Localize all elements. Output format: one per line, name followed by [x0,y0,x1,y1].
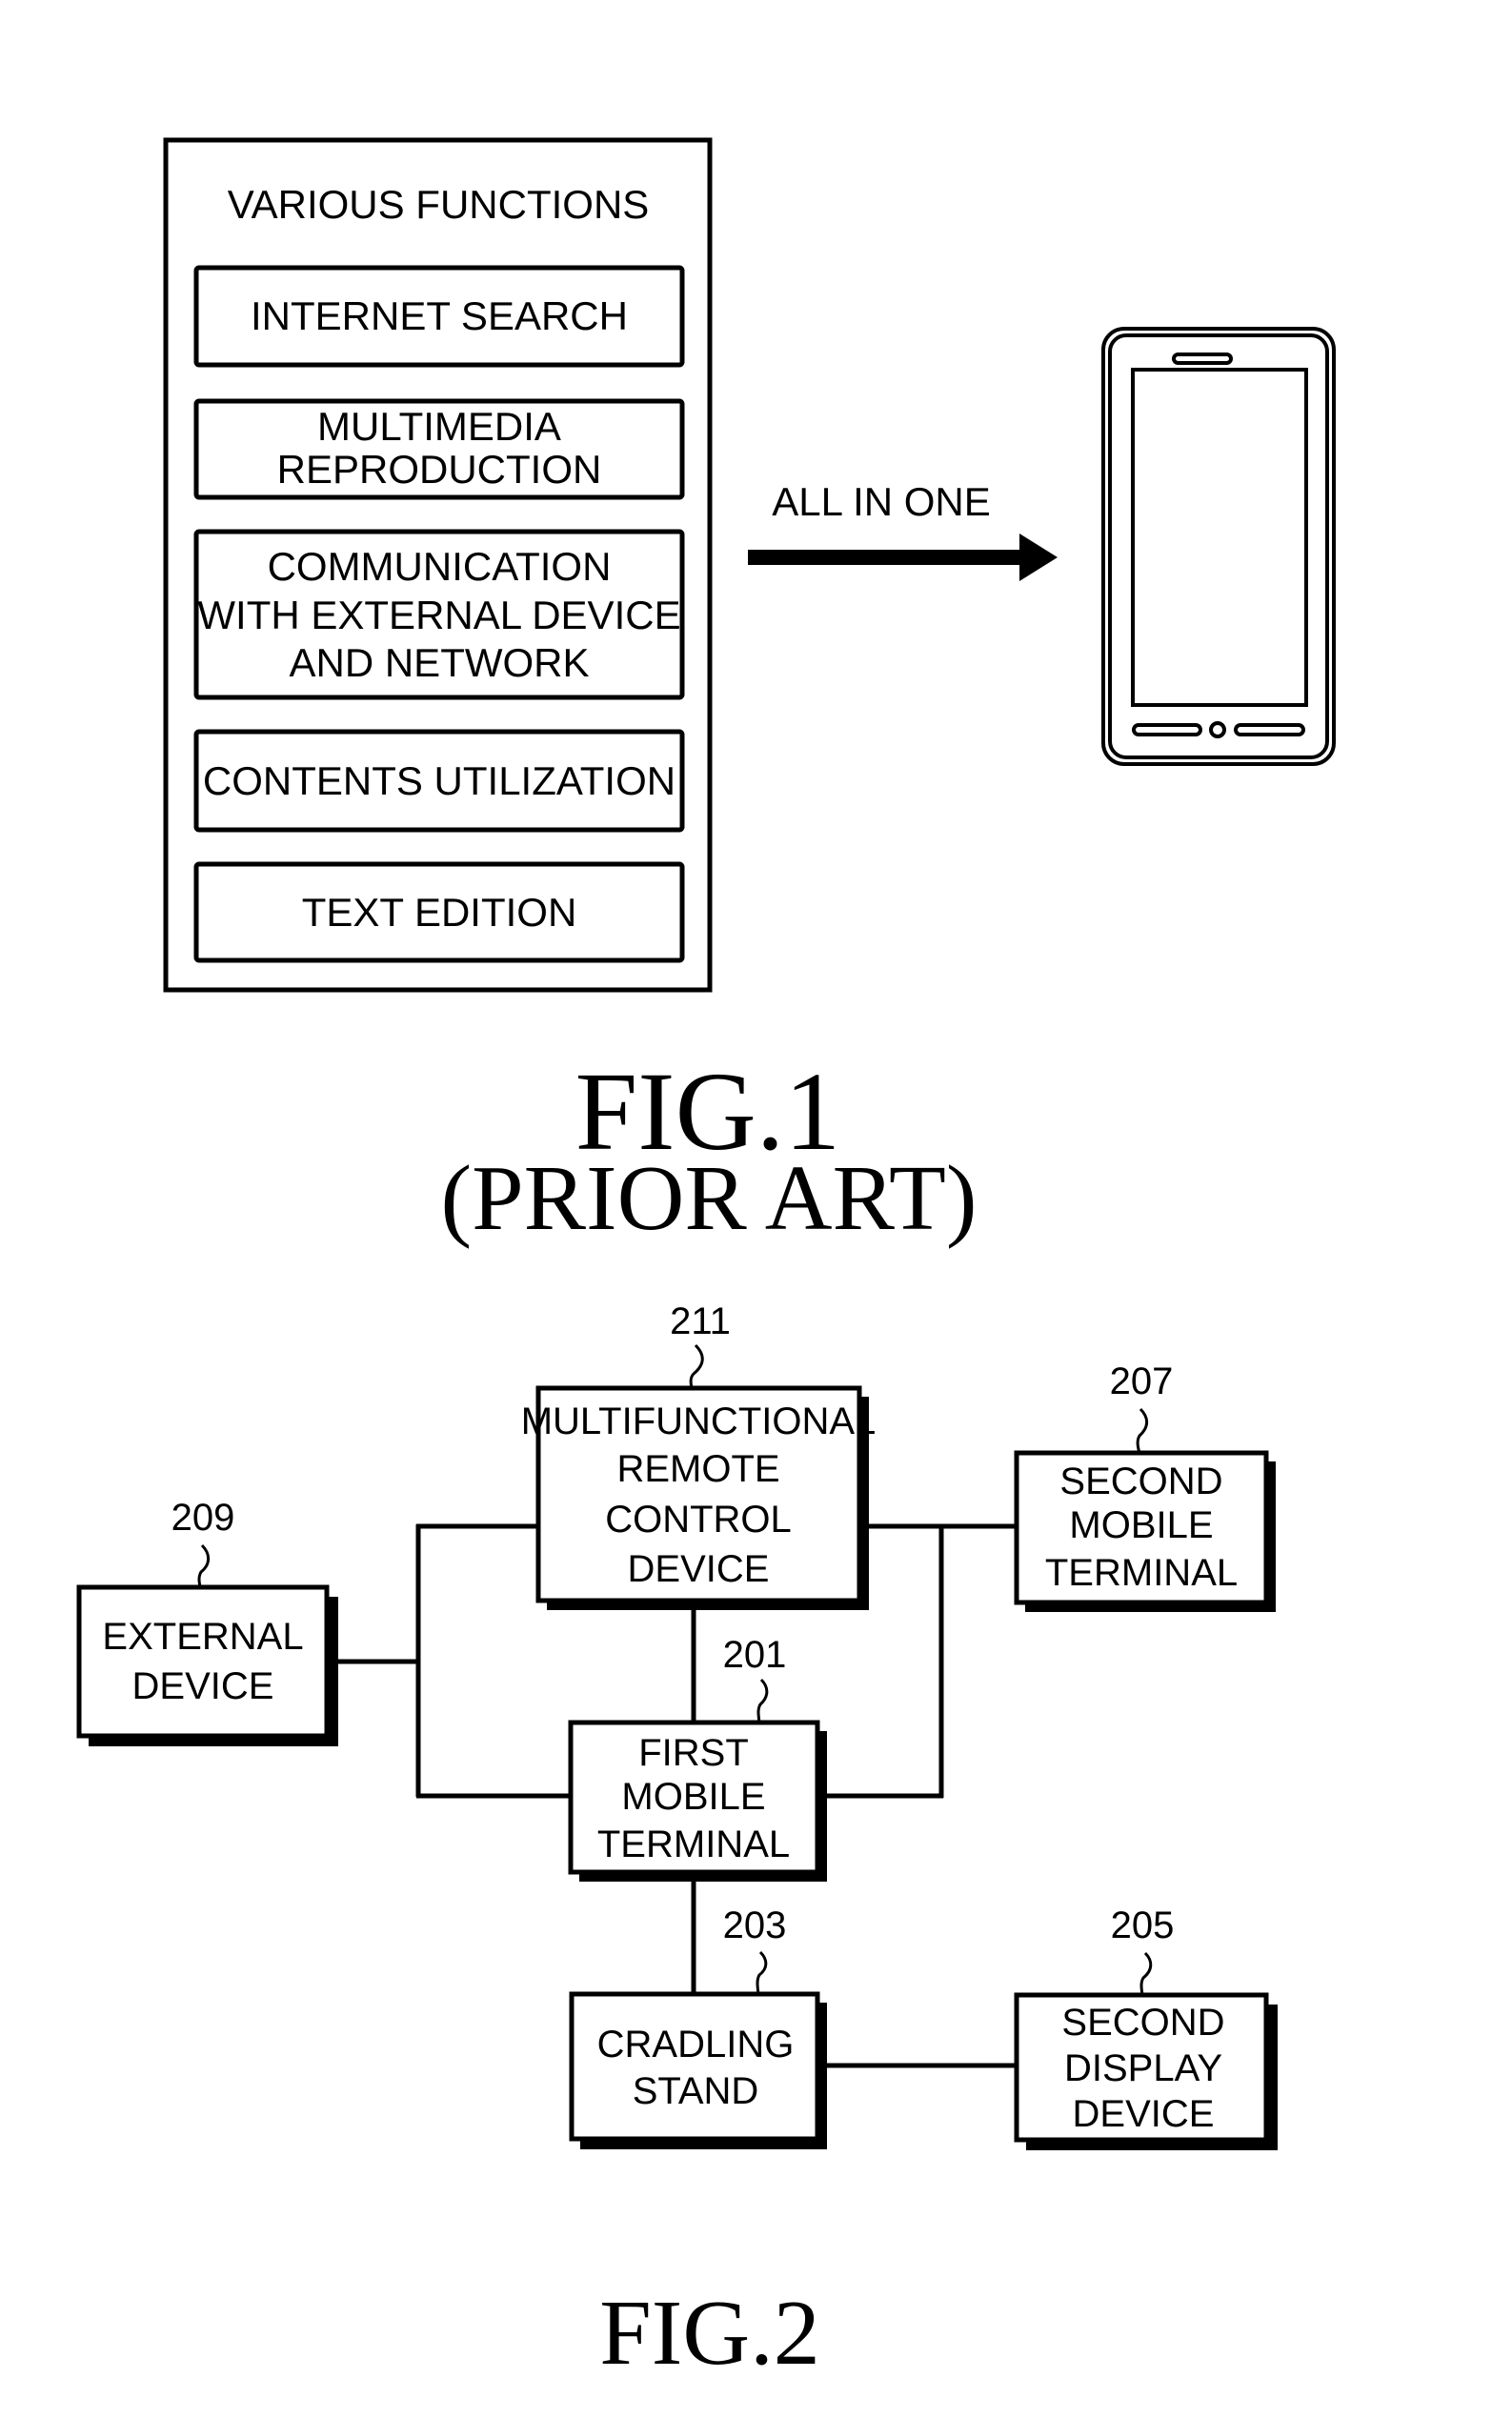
various-functions-title: VARIOUS FUNCTIONS [228,182,650,227]
ref-numeral: 211 [670,1300,731,1342]
mobile-phone-icon [1101,327,1336,766]
fig1-subcaption: (PRIOR ART) [440,1147,977,1250]
function-label-line2: WITH EXTERNAL DEVICE [197,593,680,637]
right-arrow-icon [748,534,1058,581]
block-label-line1: SECOND [1059,1461,1222,1502]
function-label: CONTENTS UTILIZATION [203,758,675,803]
function-box-multimedia-reproduction: MULTIMEDIA REPRODUCTION [193,398,685,500]
function-label-line3: AND NETWORK [290,640,590,685]
block-label-line3: TERMINAL [597,1824,790,1865]
block-label-line1: FIRST [638,1732,749,1774]
function-label-line1: MULTIMEDIA [317,404,561,449]
leader-line [756,1950,768,1995]
block-label-line3: CONTROL [605,1499,792,1541]
block-label-line1: MULTIFUNCTIONAL [521,1400,877,1442]
leader-line [1136,1407,1149,1454]
function-label: TEXT EDITION [302,890,577,935]
block-label-line3: TERMINAL [1045,1552,1238,1594]
block-label-line2: MOBILE [1069,1504,1213,1546]
block-label-line1: CRADLING [597,2024,795,2065]
block-first-mobile-terminal: FIRST MOBILE TERMINAL 201 [568,1634,827,1882]
leader-line [197,1543,211,1588]
leader-line [756,1678,769,1723]
arrow-label: ALL IN ONE [772,479,991,524]
block-second-mobile-terminal: SECOND MOBILE TERMINAL 207 [1014,1360,1276,1612]
function-box-contents-utilization: CONTENTS UTILIZATION [193,729,685,833]
leader-line [689,1343,704,1389]
function-label: INTERNET SEARCH [251,293,628,338]
leader-line [1139,1951,1153,1996]
block-multifunctional-remote-control-device: MULTIFUNCTIONAL REMOTE CONTROL DEVICE 21… [521,1300,877,1610]
block-label-line2: STAND [633,2070,759,2112]
block-label-line2: DEVICE [132,1665,274,1707]
block-label-line1: EXTERNAL [102,1616,303,1658]
ref-numeral: 209 [171,1497,235,1539]
function-label-line2: REPRODUCTION [277,447,602,492]
block-external-device: EXTERNAL DEVICE 209 [76,1497,338,1746]
block-label-line1: SECOND [1061,2002,1224,2044]
ref-numeral: 205 [1111,1904,1175,1946]
block-cradling-stand: CRADLING STAND 203 [569,1904,827,2149]
ref-numeral: 207 [1110,1360,1174,1402]
block-label-line2: DISPLAY [1064,2047,1222,2089]
function-label-line1: COMMUNICATION [268,544,612,589]
block-label-line3: DEVICE [1073,2093,1215,2135]
block-label-line4: DEVICE [628,1548,770,1590]
ref-numeral: 201 [723,1634,787,1676]
fig2-caption: FIG.2 [599,2282,819,2385]
patent-drawing-sheet: VARIOUS FUNCTIONS INTERNET SEARCH MULTIM… [76,137,1336,2385]
ref-numeral: 203 [723,1904,787,1946]
fig1: VARIOUS FUNCTIONS INTERNET SEARCH MULTIM… [163,137,1336,1250]
fig2: MULTIFUNCTIONAL REMOTE CONTROL DEVICE 21… [76,1300,1278,2385]
function-box-communication: COMMUNICATION WITH EXTERNAL DEVICE AND N… [193,529,685,700]
block-label-line2: REMOTE [616,1448,779,1490]
block-label-line2: MOBILE [621,1776,765,1818]
function-box-internet-search: INTERNET SEARCH [193,265,685,368]
block-second-display-device: SECOND DISPLAY DEVICE 205 [1014,1904,1278,2150]
function-box-text-edition: TEXT EDITION [193,861,685,963]
